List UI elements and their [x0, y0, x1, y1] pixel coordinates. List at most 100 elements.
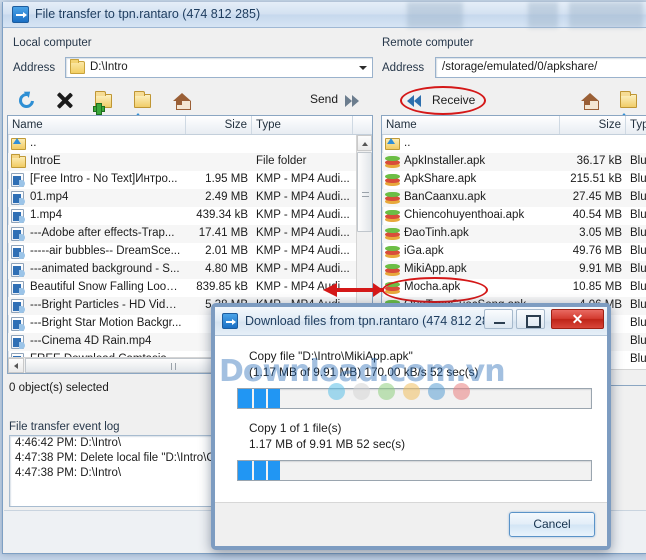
cell-file-type: KMP - MP4 Audi... — [256, 227, 350, 239]
cell-file-size: 27.45 MB — [572, 191, 622, 203]
cell-file-name: Beautiful Snow Falling Loop ... — [30, 281, 182, 293]
cell-file-type: BlueS — [630, 227, 646, 239]
event-log-box[interactable]: 4:46:42 PM: D:\Intro\ 4:47:38 PM: Delete… — [9, 435, 215, 507]
minimize-button[interactable] — [484, 309, 513, 329]
apk-icon — [385, 264, 400, 277]
overall-progress-fill — [238, 461, 280, 480]
overall-progress-bar — [237, 460, 592, 481]
cell-file-size: 9.91 MB — [579, 263, 622, 275]
apk-icon — [385, 210, 400, 223]
remote-list-header: Name Size Type — [382, 116, 646, 135]
table-row[interactable]: .. — [8, 135, 372, 153]
delete-icon[interactable] — [53, 89, 77, 112]
cell-file-name: ÐaoTinh.apk — [404, 227, 469, 239]
cell-file-size: 17.41 MB — [198, 227, 248, 239]
selection-status: 0 object(s) selected — [9, 382, 109, 394]
table-row[interactable]: .. — [382, 135, 646, 153]
folder-icon — [11, 154, 26, 168]
cancel-button[interactable]: Cancel — [509, 512, 595, 537]
home-icon[interactable] — [170, 89, 194, 112]
dialog-titlebar: Download files from tpn.rantaro (474 812… — [215, 307, 607, 336]
mp4-icon — [11, 227, 25, 241]
table-row[interactable]: Beautiful Snow Falling Loop ... 839.85 kB… — [8, 279, 372, 297]
send-arrows-icon[interactable] — [345, 95, 363, 107]
column-header-name[interactable]: Name — [8, 116, 186, 134]
cell-file-type: KMP - MP4 Audi... — [256, 209, 350, 221]
table-row[interactable]: 1.mp4 439.34 kB KMP - MP4 Audi... — [8, 207, 372, 225]
receive-button[interactable]: Receive — [401, 88, 511, 113]
cell-file-size: 49.76 MB — [572, 245, 622, 257]
column-header-type[interactable]: Type — [252, 116, 353, 134]
cell-file-type: BlueS — [630, 191, 646, 203]
cell-file-type: File folder — [256, 155, 307, 167]
remote-address-input[interactable]: /storage/emulated/0/apkshare/ — [435, 57, 646, 78]
cell-file-name: Chiencohuyenthoai.apk — [404, 209, 525, 221]
mp4-icon — [11, 281, 25, 295]
cell-file-name: ---Bright Particles - HD Video... — [30, 299, 182, 311]
column-header-filler — [353, 116, 372, 134]
mp4-icon — [11, 299, 25, 313]
log-line: 4:47:38 PM: Delete local file "D:\Intro\… — [15, 452, 215, 464]
column-header-size[interactable]: Size — [560, 116, 626, 134]
table-row[interactable]: Mocha.apk 10.85 MB BlueS — [382, 279, 646, 297]
cell-file-type: KMP - MP4 Audi... — [256, 245, 350, 257]
cell-file-name: [Free Intro - No Text]Интро... — [30, 173, 178, 185]
local-address-input[interactable]: D:\Intro — [65, 57, 373, 78]
column-header-type[interactable]: Type — [626, 116, 646, 134]
table-row[interactable]: IntroE File folder — [8, 153, 372, 171]
table-row[interactable]: Chiencohuyenthoai.apk 40.54 MB BlueS — [382, 207, 646, 225]
remote-home-icon[interactable] — [578, 89, 602, 112]
maximize-button[interactable] — [516, 309, 545, 329]
table-row[interactable]: 01.mp4 2.49 MB KMP - MP4 Audi... — [8, 189, 372, 207]
table-row[interactable]: ApkShare.apk 215.51 kB BlueS — [382, 171, 646, 189]
dialog-title: Download files from tpn.rantaro (474 812… — [245, 314, 501, 328]
new-folder-icon[interactable] — [92, 89, 116, 115]
scroll-thumb[interactable] — [357, 152, 372, 232]
cell-file-type: KMP - MP4 Audi... — [256, 173, 350, 185]
cell-file-type: BlueS — [630, 335, 646, 347]
table-row[interactable]: ÐaoTinh.apk 3.05 MB BlueS — [382, 225, 646, 243]
dialog-body: Copy file "D:\Intro\MikiApp.apk" (1.17 M… — [215, 336, 607, 510]
dialog-footer: Cancel — [215, 502, 607, 546]
cell-file-name: iGa.apk — [404, 245, 444, 257]
mp4-icon — [11, 209, 25, 223]
remote-toolbar: Receive — [381, 86, 646, 123]
table-row[interactable]: BanCaanxu.apk 27.45 MB BlueS — [382, 189, 646, 207]
refresh-icon[interactable] — [15, 89, 39, 112]
column-header-name[interactable]: Name — [382, 116, 560, 134]
table-row[interactable]: ---Adobe after effects-Trap... 17.41 MB KM… — [8, 225, 372, 243]
log-line: 4:46:42 PM: D:\Intro\ — [15, 437, 122, 449]
mp4-icon — [11, 317, 25, 331]
file-progress-bar — [237, 388, 592, 409]
scroll-left-icon[interactable] — [8, 358, 24, 373]
table-row[interactable]: MikiApp.apk 9.91 MB BlueS — [382, 261, 646, 279]
send-button[interactable]: Send — [310, 92, 338, 106]
cell-file-type: BlueS — [630, 209, 646, 221]
overall-stats-line: 1.17 MB of 9.91 MB 52 sec(s) — [249, 437, 406, 451]
cell-file-size: 215.51 kB — [570, 173, 622, 185]
chevron-down-icon[interactable] — [359, 66, 367, 70]
cell-file-type: BlueS — [630, 173, 646, 185]
cell-file-name: ---Bright Star Motion Backgr... — [30, 317, 182, 329]
column-header-size[interactable]: Size — [186, 116, 252, 134]
parent-folder-icon[interactable] — [131, 89, 155, 123]
folder-icon — [70, 59, 85, 74]
apk-icon — [385, 282, 400, 295]
table-row[interactable]: ---animated background - S... 4.80 MB KMP … — [8, 261, 372, 279]
receive-arrows-icon — [407, 95, 425, 107]
table-row[interactable]: [Free Intro - No Text]Интро... 1.95 MB KMP… — [8, 171, 372, 189]
table-row[interactable]: -----air bubbles-- DreamSce... 2.01 MB KMP… — [8, 243, 372, 261]
close-button[interactable] — [551, 309, 604, 329]
mp4-icon — [11, 335, 25, 349]
remote-panel-caption: Remote computer — [382, 37, 474, 49]
scroll-up-icon[interactable] — [357, 135, 372, 151]
cell-file-size: 10.85 MB — [572, 281, 622, 293]
apk-icon — [385, 228, 400, 241]
local-address-label: Address — [13, 62, 56, 74]
copy-stats-line: (1.17 MB of 9.91 MB) 170.00 kB/s 52 sec(… — [249, 365, 479, 379]
table-row[interactable]: ApkInstaller.apk 36.17 kB BlueS — [382, 153, 646, 171]
remote-parent-folder-icon[interactable] — [617, 89, 641, 123]
table-row[interactable]: iGa.apk 49.76 MB BlueS — [382, 243, 646, 261]
overall-copy-line: Copy 1 of 1 file(s) — [249, 421, 342, 435]
local-address-value: D:\Intro — [90, 61, 128, 73]
